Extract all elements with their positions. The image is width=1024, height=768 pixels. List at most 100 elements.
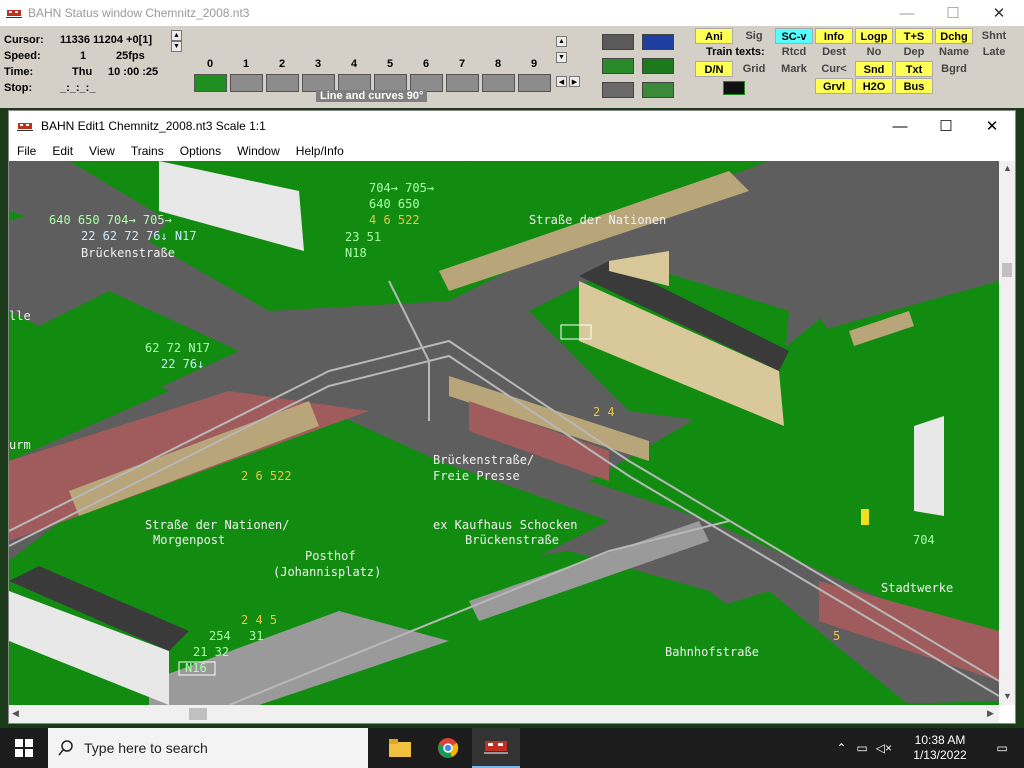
map-label: urm <box>9 438 31 452</box>
cur-button[interactable]: Cur< <box>815 61 853 77</box>
maximize-icon[interactable]: ☐ <box>923 111 969 141</box>
scroll-thumb[interactable] <box>1002 263 1012 277</box>
status-title-bar: BAHN Status window Chemnitz_2008.nt3 — ☐… <box>0 0 1024 26</box>
edit-window: BAHN Edit1 Chemnitz_2008.nt3 Scale 1:1 —… <box>8 110 1016 724</box>
map-label: Brückenstraße <box>81 246 175 260</box>
dchg-button[interactable]: Dchg <box>935 28 973 44</box>
train-icon[interactable] <box>723 81 745 95</box>
info-button[interactable]: Info <box>815 28 853 44</box>
h2o-button[interactable]: H2O <box>855 78 893 94</box>
tile-tree[interactable] <box>642 58 674 74</box>
menu-trains[interactable]: Trains <box>123 144 172 158</box>
scroll-down-arrow-icon[interactable]: ▼ <box>1003 691 1012 701</box>
cursor-down-icon[interactable]: ▼ <box>171 41 182 52</box>
scroll-up-arrow-icon[interactable]: ▲ <box>1003 163 1012 173</box>
tile-embankment[interactable] <box>642 82 674 98</box>
minimize-icon[interactable]: — <box>877 111 923 141</box>
rtcd-button[interactable]: Rtcd <box>775 44 813 60</box>
track-tile-1[interactable] <box>230 74 263 92</box>
logp-button[interactable]: Logp <box>855 28 893 44</box>
bus-button[interactable]: Bus <box>895 78 933 94</box>
status-window-title: BAHN Status window Chemnitz_2008.nt3 <box>28 6 250 20</box>
menu-file[interactable]: File <box>9 144 44 158</box>
dep-button[interactable]: Dep <box>895 44 933 60</box>
scroll-left-arrow-icon[interactable]: ◀ <box>12 708 19 719</box>
txt-button[interactable]: Txt <box>895 61 933 77</box>
track-tile-8[interactable] <box>482 74 515 92</box>
map-label: 2 6 522 <box>241 469 292 483</box>
close-icon[interactable]: ✕ <box>976 0 1022 26</box>
no-button[interactable]: No <box>855 44 893 60</box>
menu-view[interactable]: View <box>81 144 123 158</box>
sig-button[interactable]: Sig <box>736 28 772 44</box>
taskbar: Type here to search ⌃ ▭ ◁× 10:38 AM 1/13… <box>0 728 1024 768</box>
horizontal-scrollbar[interactable]: ◀ ▶ <box>9 705 999 723</box>
bus-vehicle <box>861 509 869 525</box>
taskbar-search-box[interactable]: Type here to search <box>48 728 368 768</box>
menu-options[interactable]: Options <box>172 144 229 158</box>
network-icon[interactable]: ▭ <box>856 741 867 755</box>
bahn-app-icon <box>17 123 33 131</box>
track-number: 6 <box>422 58 430 70</box>
clock[interactable]: 10:38 AM 1/13/2022 <box>900 733 980 763</box>
menu-bar: File Edit View Trains Options Window Hel… <box>9 141 1015 161</box>
late-button[interactable]: Late <box>975 44 1013 60</box>
speed-value: 1 <box>80 50 87 62</box>
minimize-icon[interactable]: — <box>884 0 930 26</box>
vertical-scrollbar[interactable]: ▲ ▼ <box>999 161 1015 705</box>
file-explorer-icon[interactable] <box>376 728 424 768</box>
scroll-down-icon[interactable]: ▼ <box>556 52 567 63</box>
close-icon[interactable]: ✕ <box>969 111 1015 141</box>
snd-button[interactable]: Snd <box>855 61 893 77</box>
map-label: 640 650 704→ 705→ <box>49 213 172 227</box>
scroll-thumb[interactable] <box>189 708 207 720</box>
map-viewport[interactable]: 640 650 704→ 705→ 22 62 72 76↓ N17 Brück… <box>9 161 999 705</box>
track-tile-2[interactable] <box>266 74 299 92</box>
map-label: Brückenstraße/ <box>433 453 535 467</box>
tile-grass-track[interactable] <box>602 58 634 74</box>
maximize-icon[interactable]: ☐ <box>930 0 976 26</box>
chevron-up-icon[interactable]: ⌃ <box>836 741 846 755</box>
track-number: 2 <box>278 58 286 70</box>
chrome-icon[interactable] <box>424 728 472 768</box>
map-label: 5 <box>833 629 841 643</box>
map-label: 704 <box>913 533 935 547</box>
bgrd-button[interactable]: Bgrd <box>935 61 973 77</box>
tile-dark-track[interactable] <box>602 34 634 50</box>
name-button[interactable]: Name <box>935 44 973 60</box>
cursor-up-icon[interactable]: ▲ <box>171 30 182 41</box>
menu-edit[interactable]: Edit <box>44 144 81 158</box>
map-label: 31 <box>249 629 264 643</box>
scroll-right-arrow-icon[interactable]: ▶ <box>987 708 994 719</box>
track-number: 0 <box>206 58 214 70</box>
volume-muted-icon[interactable]: ◁× <box>876 741 892 755</box>
scroll-right-icon[interactable]: ▶ <box>569 76 580 87</box>
ani-button[interactable]: Ani <box>695 28 733 44</box>
scroll-left-icon[interactable]: ◀ <box>556 76 567 87</box>
grvl-button[interactable]: Grvl <box>815 78 853 94</box>
sc-v-button[interactable]: SC-v <box>775 28 813 44</box>
day-night-button[interactable]: D/N <box>695 61 733 77</box>
map-label: Bahnhofstraße <box>665 645 759 659</box>
menu-help-info[interactable]: Help/Info <box>288 144 352 158</box>
track-tile-7[interactable] <box>446 74 479 92</box>
dest-button[interactable]: Dest <box>815 44 853 60</box>
track-tile-9[interactable] <box>518 74 551 92</box>
bahn-taskbar-icon[interactable] <box>472 728 520 768</box>
track-tile-0[interactable] <box>194 74 227 92</box>
map-label: Brückenstraße <box>465 533 559 547</box>
scroll-up-icon[interactable]: ▲ <box>556 36 567 47</box>
t-s-button[interactable]: T+S <box>895 28 933 44</box>
track-number: 3 <box>314 58 322 70</box>
shnt-button[interactable]: Shnt <box>975 28 1013 44</box>
windows-start-icon[interactable] <box>0 728 48 768</box>
tile-water[interactable] <box>642 34 674 50</box>
menu-window[interactable]: Window <box>229 144 288 158</box>
building-tower <box>914 416 944 516</box>
mark-button[interactable]: Mark <box>775 61 813 77</box>
time-label: Time: <box>4 66 34 78</box>
tile-road[interactable] <box>602 82 634 98</box>
grid-button[interactable]: Grid <box>736 61 772 77</box>
notifications-icon[interactable]: ▭ <box>980 741 1024 755</box>
edit-window-title: BAHN Edit1 Chemnitz_2008.nt3 Scale 1:1 <box>41 119 266 133</box>
